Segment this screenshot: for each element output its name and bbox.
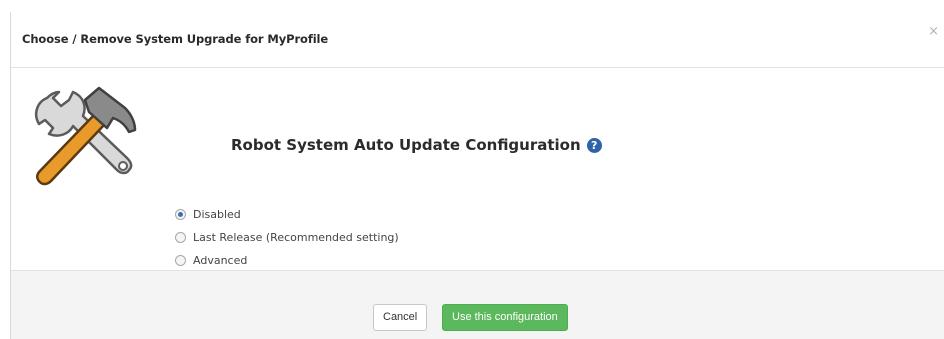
- dialog-title: Choose / Remove System Upgrade for MyPro…: [22, 32, 329, 46]
- close-icon[interactable]: ×: [928, 25, 939, 38]
- configuration-heading: Robot System Auto Update Configuration ?: [231, 136, 602, 154]
- option-label: Last Release (Recommended setting): [193, 231, 399, 244]
- update-options-group: Disabled Last Release (Recommended setti…: [175, 203, 399, 272]
- option-label: Advanced: [193, 254, 248, 267]
- radio-advanced[interactable]: [175, 255, 186, 266]
- dialog-header: Choose / Remove System Upgrade for MyPro…: [11, 12, 944, 68]
- page-top-edge: [0, 0, 944, 12]
- help-icon[interactable]: ?: [586, 137, 602, 153]
- radio-disabled[interactable]: [175, 209, 186, 220]
- tools-icon: [35, 86, 137, 186]
- option-last-release[interactable]: Last Release (Recommended setting): [175, 226, 399, 249]
- upgrade-dialog: Choose / Remove System Upgrade for MyPro…: [10, 12, 944, 339]
- dialog-footer: Cancel Use this configuration: [11, 270, 944, 339]
- option-disabled[interactable]: Disabled: [175, 203, 399, 226]
- option-advanced[interactable]: Advanced: [175, 249, 399, 272]
- heading-text: Robot System Auto Update Configuration: [231, 136, 581, 154]
- cancel-button[interactable]: Cancel: [373, 304, 428, 331]
- use-configuration-button[interactable]: Use this configuration: [442, 304, 568, 331]
- option-label: Disabled: [193, 208, 241, 221]
- radio-last-release[interactable]: [175, 232, 186, 243]
